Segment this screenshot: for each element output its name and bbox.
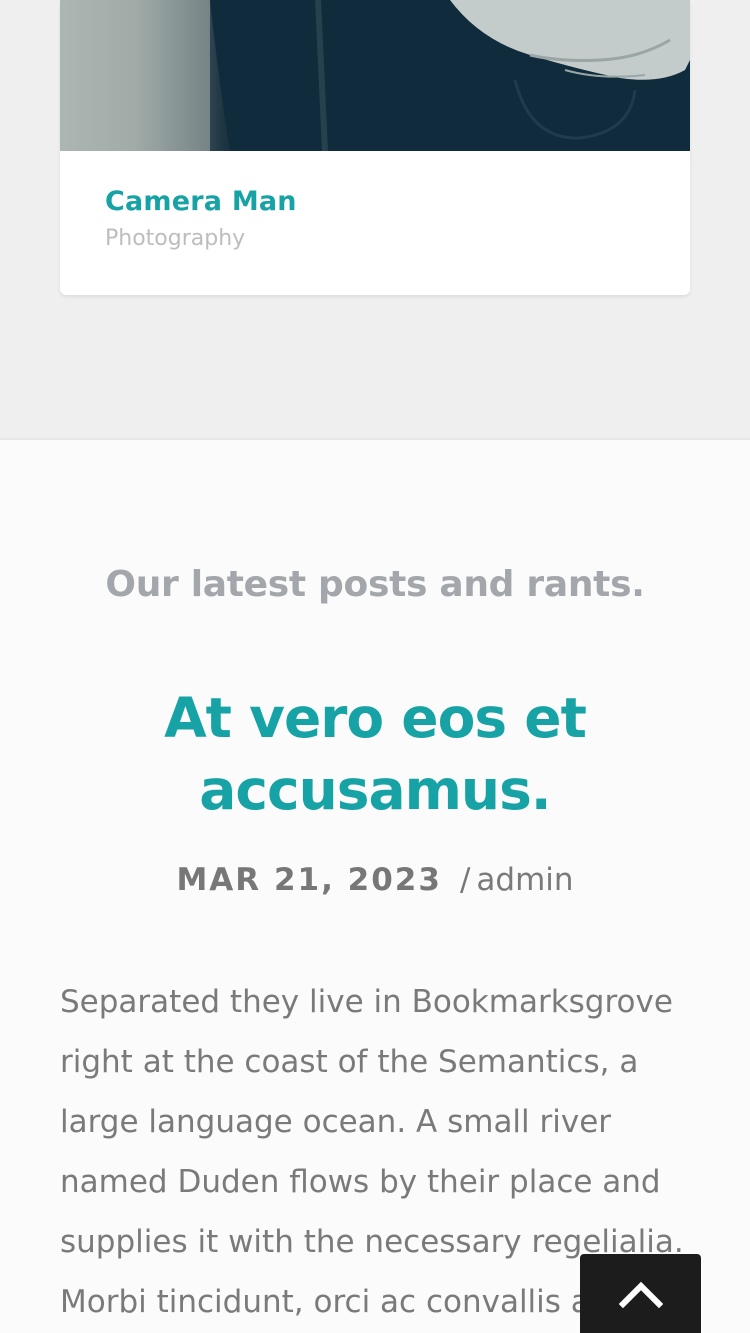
portfolio-card[interactable]: Camera Man Photography [60, 0, 690, 295]
portfolio-card-category: Photography [105, 226, 246, 251]
post-meta: MAR 21, 2023 /admin [0, 862, 750, 898]
portfolio-photo[interactable] [60, 0, 690, 151]
post-author-link[interactable]: admin [476, 862, 573, 898]
blog-section: Our latest posts and rants. At vero eos … [0, 442, 750, 1333]
back-to-top-button[interactable] [580, 1254, 701, 1333]
chevron-up-icon [618, 1281, 663, 1308]
meta-separator: / [459, 862, 471, 898]
section-heading: Our latest posts and rants. [105, 564, 645, 605]
portfolio-section: Camera Man Photography [0, 0, 750, 440]
post-date: MAR 21, 2023 [176, 862, 442, 898]
camera-man-photo [60, 0, 690, 151]
post-title[interactable]: At vero eos et accusamus. [75, 682, 675, 826]
page: Camera Man Photography Our latest posts … [0, 0, 750, 1333]
portfolio-card-title[interactable]: Camera Man [105, 186, 297, 217]
